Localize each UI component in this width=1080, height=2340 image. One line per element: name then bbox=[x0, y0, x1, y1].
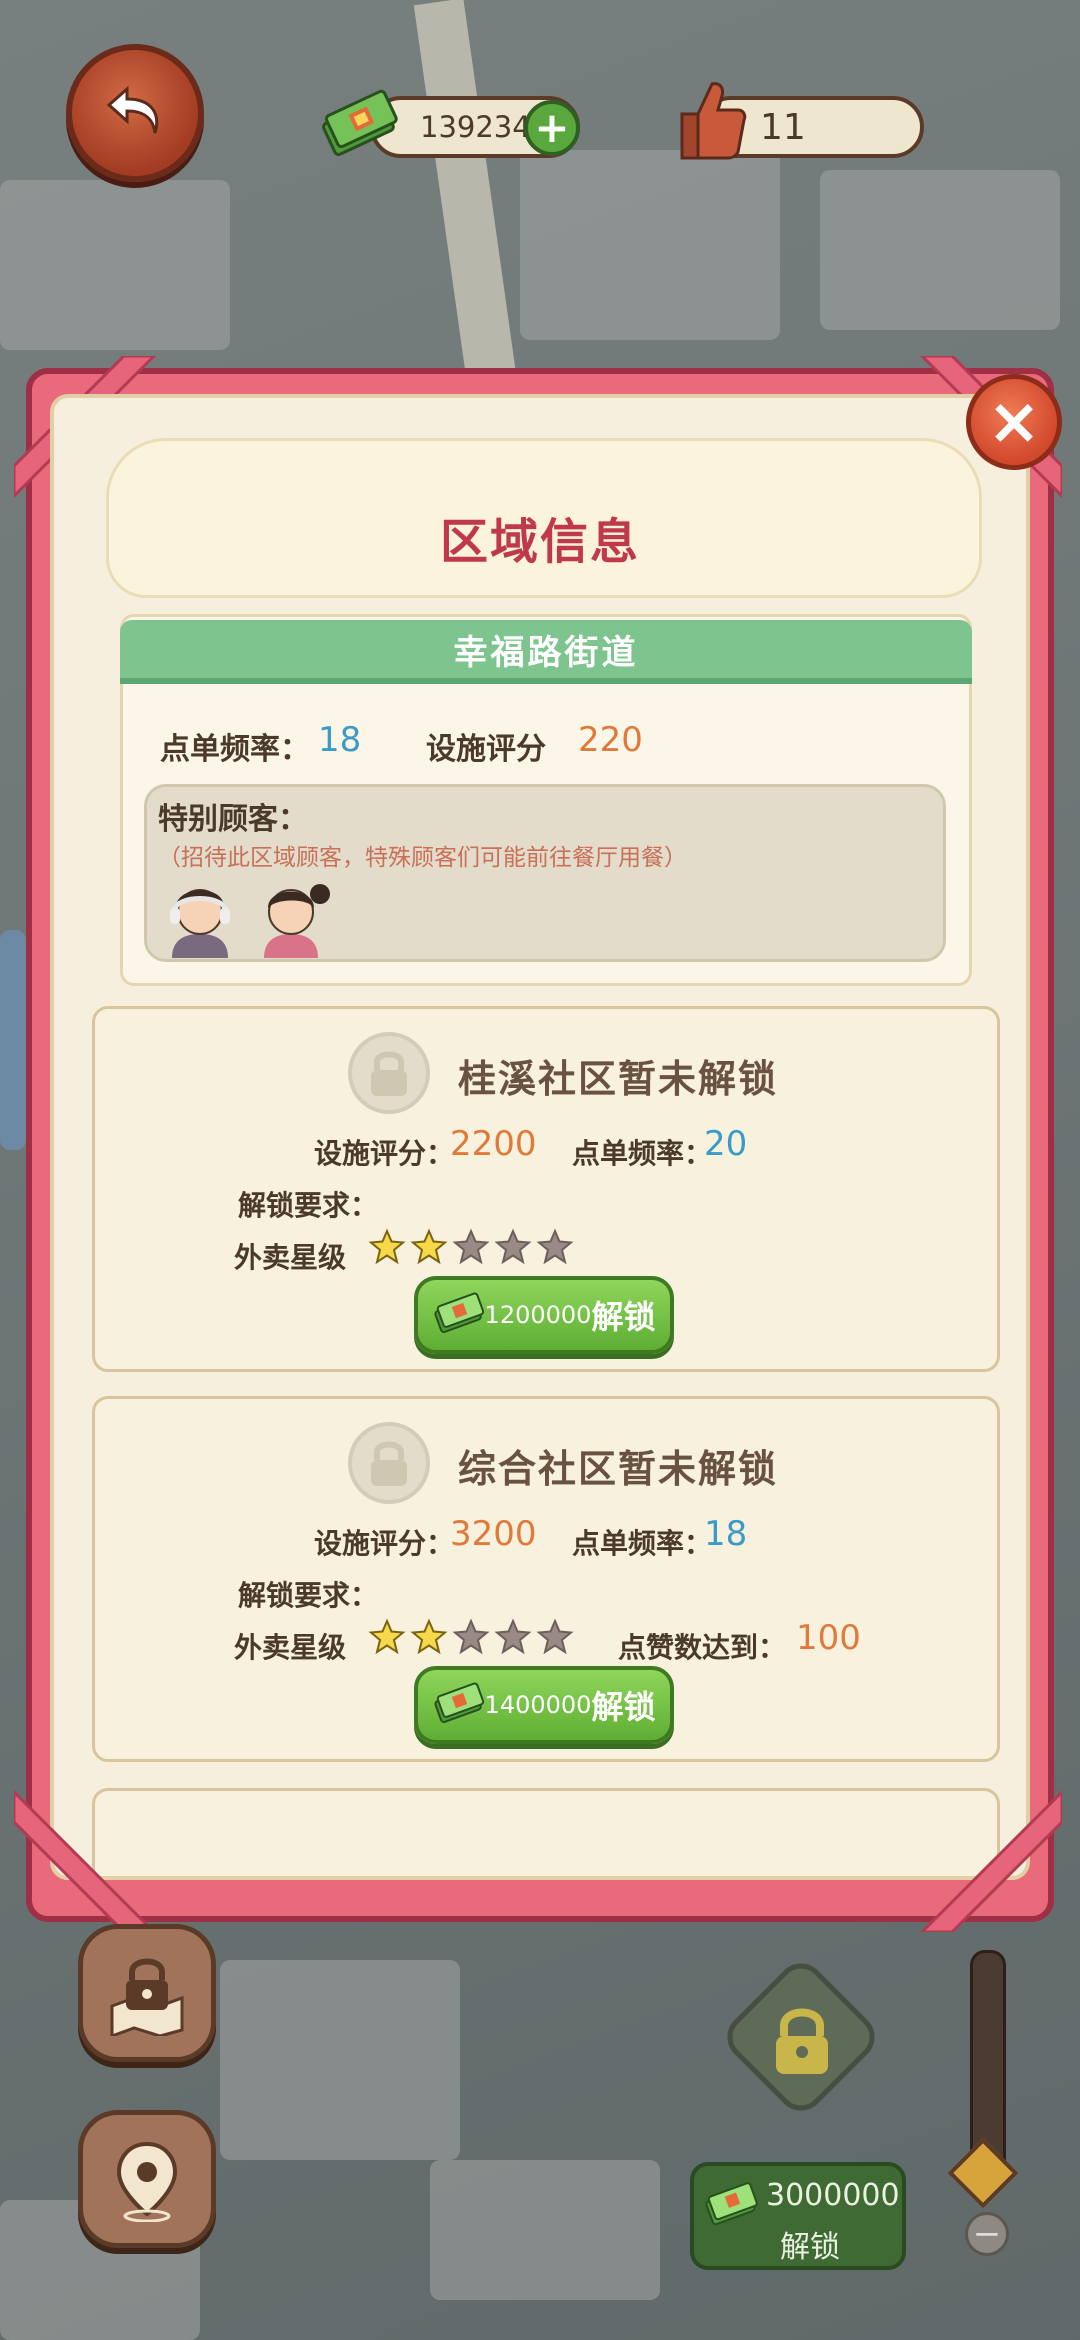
star-empty-icon bbox=[452, 1618, 490, 1655]
likes-requirement-label: 点赞数达到： bbox=[618, 1631, 787, 1664]
lock-icon bbox=[348, 1032, 430, 1114]
unlock-area-button[interactable]: 1400000 解锁 bbox=[414, 1666, 674, 1744]
close-icon: × bbox=[987, 385, 1041, 459]
location-pin-icon bbox=[116, 2141, 178, 2222]
customer-avatar-boy bbox=[170, 889, 230, 958]
order-rate-value: 20 bbox=[704, 1124, 748, 1164]
unlock-cost: 1200000 bbox=[484, 1301, 592, 1329]
unlock-requirements-label: 解锁要求： bbox=[238, 1579, 379, 1612]
area-info-panel: 区域信息 幸福路街道 点单频率： 18 设施评分 220 特别顾客： （招待此区… bbox=[50, 394, 1030, 1880]
unlock-button-label: 解锁 bbox=[591, 1298, 656, 1336]
back-button[interactable] bbox=[66, 44, 204, 182]
minus-icon: − bbox=[972, 2214, 1002, 2254]
star-filled-icon bbox=[410, 1618, 448, 1655]
ribbon-corner-decoration bbox=[14, 1789, 157, 1932]
money-icon bbox=[322, 89, 398, 157]
likes-count: 11 bbox=[760, 106, 806, 148]
delivery-stars-label: 外卖星级 bbox=[234, 1631, 347, 1664]
map-building bbox=[220, 1960, 460, 2160]
likes-requirement-value: 100 bbox=[796, 1618, 861, 1658]
star-empty-icon bbox=[494, 1618, 532, 1655]
order-rate-label: 点单频率： bbox=[572, 1137, 713, 1170]
star-empty-icon bbox=[452, 1228, 490, 1265]
map-building bbox=[0, 180, 230, 350]
delivery-stars bbox=[368, 1228, 574, 1266]
star-empty-icon bbox=[494, 1228, 532, 1265]
close-button[interactable]: × bbox=[966, 374, 1062, 470]
map-road bbox=[413, 0, 517, 382]
money-icon bbox=[433, 1682, 484, 1724]
area-title: 桂溪社区暂未解锁 bbox=[458, 1057, 779, 1101]
star-empty-icon bbox=[536, 1228, 574, 1265]
unlock-area-button[interactable]: 1200000 解锁 bbox=[414, 1276, 674, 1354]
special-customers-label: 特别顾客： bbox=[158, 802, 308, 837]
unlock-button-label: 解锁 bbox=[591, 1688, 656, 1726]
star-empty-icon bbox=[536, 1618, 574, 1655]
back-arrow-icon bbox=[106, 85, 159, 134]
buy-label: 解锁 bbox=[780, 2230, 840, 2265]
map-building bbox=[0, 930, 26, 1150]
order-rate-value: 18 bbox=[318, 720, 362, 760]
facility-rating-label: 设施评分： bbox=[314, 1527, 455, 1560]
facility-rating-label: 设施评分 bbox=[426, 732, 546, 767]
zoom-out-button[interactable]: − bbox=[965, 2212, 1009, 2256]
map-lock-icon bbox=[110, 1958, 184, 2036]
money-icon bbox=[705, 2182, 758, 2226]
lock-icon bbox=[348, 1422, 430, 1504]
unlock-requirements-label: 解锁要求： bbox=[238, 1189, 379, 1222]
delivery-stars-label: 外卖星级 bbox=[234, 1241, 347, 1274]
order-rate-label: 点单频率： bbox=[160, 732, 310, 767]
locked-area-card bbox=[92, 1788, 1000, 1876]
locate-button[interactable] bbox=[78, 2110, 216, 2248]
plus-icon: + bbox=[534, 103, 570, 152]
star-filled-icon bbox=[410, 1228, 448, 1265]
star-filled-icon bbox=[368, 1228, 406, 1265]
map-lock-button[interactable] bbox=[78, 1924, 216, 2062]
money-icon bbox=[433, 1292, 484, 1334]
lock-icon bbox=[776, 2008, 828, 2074]
map-building bbox=[820, 170, 1060, 330]
buy-cost: 3000000 bbox=[766, 2178, 900, 2213]
unlock-cost: 1400000 bbox=[484, 1691, 592, 1719]
area-title: 综合社区暂未解锁 bbox=[458, 1447, 779, 1491]
order-rate-label: 点单频率： bbox=[572, 1527, 713, 1560]
star-filled-icon bbox=[368, 1618, 406, 1655]
facility-rating-value: 2200 bbox=[450, 1124, 537, 1164]
thumbs-up-icon bbox=[680, 82, 747, 160]
ribbon-corner-decoration bbox=[919, 1789, 1062, 1932]
facility-rating-label: 设施评分： bbox=[314, 1137, 455, 1170]
customer-avatar-girl bbox=[264, 884, 330, 958]
facility-rating-value: 220 bbox=[578, 720, 643, 760]
add-money-button[interactable]: + bbox=[524, 100, 580, 156]
facility-rating-value: 3200 bbox=[450, 1514, 537, 1554]
panel-title: 区域信息 bbox=[439, 514, 640, 570]
buy-region-button[interactable]: 3000000 解锁 bbox=[690, 2162, 906, 2270]
street-name: 幸福路街道 bbox=[120, 620, 972, 684]
map-building bbox=[430, 2160, 660, 2300]
delivery-stars bbox=[368, 1618, 574, 1656]
order-rate-value: 18 bbox=[704, 1514, 748, 1554]
map-building bbox=[520, 150, 780, 340]
special-customers-note: （招待此区域顾客，特殊顾客们可能前往餐厅用餐） bbox=[158, 845, 687, 871]
